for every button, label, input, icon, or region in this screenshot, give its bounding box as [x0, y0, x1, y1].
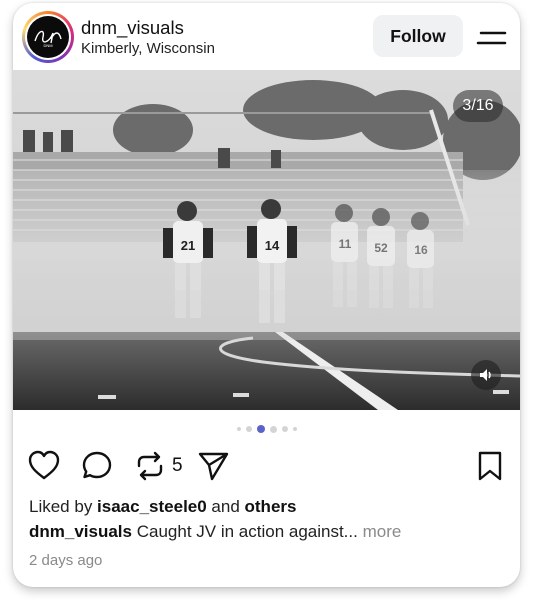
carousel-dot — [269, 425, 277, 433]
carousel-indicator — [13, 423, 520, 435]
player-number: 52 — [374, 241, 388, 255]
football-photo: 21 14 11 52 16 — [13, 70, 520, 410]
likes-prefix: Liked by — [29, 497, 98, 516]
liked-by-user[interactable]: isaac_steele0 — [97, 497, 207, 516]
follow-button[interactable]: Follow — [373, 15, 463, 57]
slide-counter: 3/16 — [453, 90, 503, 122]
likes-middle: and — [206, 497, 245, 516]
avatar-logo: DNM — [27, 16, 69, 58]
carousel-dot — [281, 426, 288, 432]
likes-summary: Liked by isaac_steele0 and others — [29, 497, 296, 517]
carousel-dot — [292, 427, 297, 431]
menu-icon[interactable] — [475, 25, 509, 49]
player-number: 21 — [181, 238, 195, 253]
post-card: DNM dnm_visuals Kimberly, Wisconsin Foll… — [13, 3, 520, 587]
logo-text: DNM — [43, 43, 52, 48]
repost-count: 5 — [172, 455, 183, 476]
caption-more-link[interactable]: more — [358, 522, 402, 541]
post-header: DNM dnm_visuals Kimberly, Wisconsin Foll… — [13, 3, 520, 70]
post-caption: dnm_visuals Caught JV in action against.… — [29, 522, 401, 542]
heart-icon[interactable] — [27, 450, 61, 482]
bookmark-icon[interactable] — [476, 450, 504, 482]
avatar[interactable]: DNM — [22, 11, 74, 63]
post-location[interactable]: Kimberly, Wisconsin — [81, 40, 215, 57]
likes-others-link[interactable]: others — [245, 497, 297, 516]
post-timestamp: 2 days ago — [29, 552, 103, 569]
player-number: 16 — [414, 243, 428, 257]
speaker-icon — [480, 369, 491, 381]
carousel-dot — [245, 426, 252, 432]
comment-icon[interactable] — [81, 450, 113, 482]
player-number: 11 — [339, 237, 352, 251]
caption-text: Caught JV in action against... — [132, 522, 358, 541]
sound-button[interactable] — [471, 360, 501, 390]
logo-icon: DNM — [34, 30, 62, 48]
caption-username[interactable]: dnm_visuals — [29, 522, 132, 541]
avatar-frame: DNM — [25, 14, 71, 60]
carousel-dot — [236, 427, 241, 431]
carousel-dot-active — [256, 425, 265, 433]
repost-icon[interactable] — [134, 450, 166, 482]
post-username[interactable]: dnm_visuals — [81, 17, 184, 39]
post-image[interactable]: 21 14 11 52 16 3/16 — [13, 70, 520, 410]
player-number: 14 — [265, 238, 280, 253]
send-icon[interactable] — [197, 450, 231, 482]
